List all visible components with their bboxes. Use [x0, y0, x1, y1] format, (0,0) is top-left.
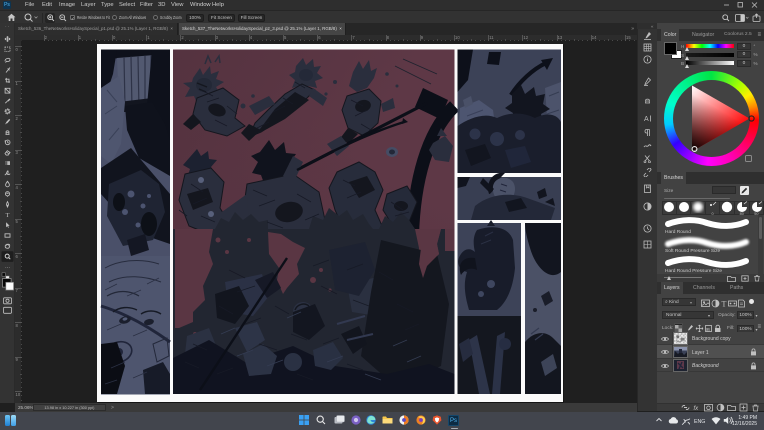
svg-text:T: T — [6, 212, 10, 219]
svg-text:···: ··· — [5, 265, 10, 271]
svg-text:A: A — [644, 116, 649, 123]
svg-text:T: T — [722, 299, 727, 308]
